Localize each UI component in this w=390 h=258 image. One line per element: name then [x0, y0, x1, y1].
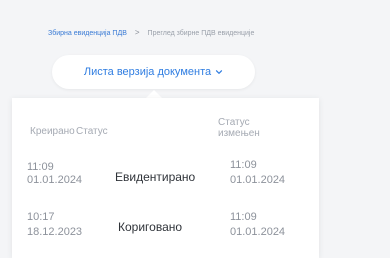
column-header-status-changed: Статус измењен: [218, 117, 260, 139]
page-header: Збирна евиденција ПДВ > Преглед збирне ПДВ…: [0, 0, 390, 95]
version-list-dropdown: Креирано Статус Статус измењен 11:09 01.…: [12, 98, 319, 258]
breadcrumb-separator: >: [134, 28, 140, 37]
column-header-created: Креирано: [30, 126, 75, 137]
version-list-label: Листа верзија документа: [83, 66, 212, 78]
breadcrumb-link[interactable]: Збирна евиденција ПДВ: [48, 30, 127, 37]
created-date: 18.12.2023: [27, 226, 83, 238]
version-list-button[interactable]: Листа верзија документа: [52, 55, 255, 89]
changed-time: 11:09: [230, 159, 257, 171]
changed-date: 01.01.2024: [230, 174, 286, 186]
breadcrumb: Збирна евиденција ПДВ > Преглед збирне ПДВ…: [48, 28, 254, 37]
changed-date: 01.01.2024: [230, 226, 286, 238]
column-header-status: Статус: [76, 126, 108, 137]
breadcrumb-current: Преглед збирне ПДВ евиденције: [147, 30, 255, 37]
created-time: 11:09: [27, 161, 54, 173]
created-date: 01.01.2024: [27, 174, 83, 186]
status-value: Евидентирано: [115, 170, 196, 184]
dropdown-caret: [146, 90, 162, 98]
changed-time: 11:09: [230, 211, 257, 223]
chevron-down-icon: [216, 70, 223, 74]
status-value: Кориговано: [118, 220, 183, 234]
created-time: 10:17: [27, 211, 55, 223]
